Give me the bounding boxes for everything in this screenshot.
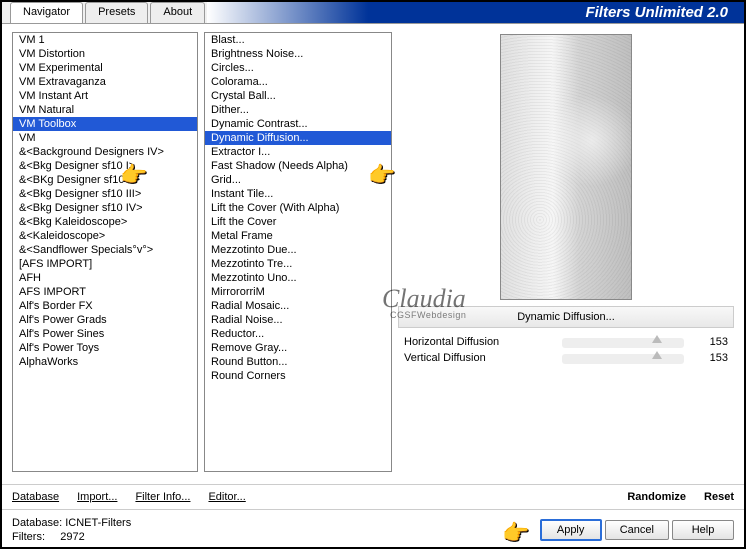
category-item[interactable]: AFS IMPORT	[13, 285, 197, 299]
filter-item[interactable]: Dynamic Diffusion...	[205, 131, 391, 145]
param-slider[interactable]	[562, 338, 684, 348]
filter-item[interactable]: Radial Mosaic...	[205, 299, 391, 313]
import-button[interactable]: Import...	[77, 491, 117, 503]
editor-button[interactable]: Editor...	[208, 491, 245, 503]
window-title: Filters Unlimited 2.0	[207, 2, 744, 23]
category-item[interactable]: Alf's Border FX	[13, 299, 197, 313]
category-item[interactable]: &<BKg Designer sf10 II>	[13, 173, 197, 187]
filter-list[interactable]: Blast...Brightness Noise...Circles...Col…	[204, 32, 392, 472]
filter-item[interactable]: Lift the Cover (With Alpha)	[205, 201, 391, 215]
category-item[interactable]: &<Sandflower Specials°v°>	[13, 243, 197, 257]
category-list[interactable]: VM 1VM DistortionVM ExperimentalVM Extra…	[12, 32, 198, 472]
category-item[interactable]: VM Distortion	[13, 47, 197, 61]
param-value: 153	[692, 352, 728, 364]
filter-item[interactable]: Brightness Noise...	[205, 47, 391, 61]
filter-item[interactable]: Remove Gray...	[205, 341, 391, 355]
category-item[interactable]: VM Toolbox	[13, 117, 197, 131]
category-item[interactable]: AFH	[13, 271, 197, 285]
filter-item[interactable]: Colorama...	[205, 75, 391, 89]
category-item[interactable]: &<Kaleidoscope>	[13, 229, 197, 243]
database-button[interactable]: Database	[12, 491, 59, 503]
category-item[interactable]: VM Experimental	[13, 61, 197, 75]
tab-about[interactable]: About	[150, 2, 205, 23]
category-item[interactable]: &<Background Designers IV>	[13, 145, 197, 159]
reset-button[interactable]: Reset	[704, 491, 734, 503]
filter-item[interactable]: Grid...	[205, 173, 391, 187]
filter-item[interactable]: Reductor...	[205, 327, 391, 341]
filter-info-button[interactable]: Filter Info...	[135, 491, 190, 503]
category-item[interactable]: &<Bkg Designer sf10 IV>	[13, 201, 197, 215]
apply-button[interactable]: Apply	[540, 519, 602, 541]
filter-item[interactable]: Fast Shadow (Needs Alpha)	[205, 159, 391, 173]
filter-item[interactable]: Instant Tile...	[205, 187, 391, 201]
filter-item[interactable]: Radial Noise...	[205, 313, 391, 327]
category-item[interactable]: VM Natural	[13, 103, 197, 117]
param-value: 153	[692, 336, 728, 348]
param-label: Horizontal Diffusion	[404, 336, 554, 348]
preview-image	[500, 34, 632, 300]
filter-item[interactable]: Round Corners	[205, 369, 391, 383]
help-button[interactable]: Help	[672, 520, 734, 540]
filter-name-label: Dynamic Diffusion...	[398, 306, 734, 328]
filter-item[interactable]: Dither...	[205, 103, 391, 117]
status-text: Database: ICNET-Filters Filters: 2972	[12, 516, 131, 544]
filter-item[interactable]: Lift the Cover	[205, 215, 391, 229]
filter-item[interactable]: Blast...	[205, 33, 391, 47]
filter-item[interactable]: Mezzotinto Uno...	[205, 271, 391, 285]
category-item[interactable]: &<Bkg Designer sf10 I>	[13, 159, 197, 173]
cancel-button[interactable]: Cancel	[605, 520, 669, 540]
category-item[interactable]: &<Bkg Kaleidoscope>	[13, 215, 197, 229]
category-item[interactable]: &<Bkg Designer sf10 III>	[13, 187, 197, 201]
filter-item[interactable]: Round Button...	[205, 355, 391, 369]
filter-item[interactable]: MirrororriM	[205, 285, 391, 299]
filter-item[interactable]: Metal Frame	[205, 229, 391, 243]
category-item[interactable]: VM Instant Art	[13, 89, 197, 103]
category-item[interactable]: Alf's Power Grads	[13, 313, 197, 327]
category-item[interactable]: VM	[13, 131, 197, 145]
randomize-button[interactable]: Randomize	[627, 491, 686, 503]
category-item[interactable]: Alf's Power Sines	[13, 327, 197, 341]
tab-presets[interactable]: Presets	[85, 2, 148, 23]
param-label: Vertical Diffusion	[404, 352, 554, 364]
filter-item[interactable]: Mezzotinto Due...	[205, 243, 391, 257]
filter-item[interactable]: Crystal Ball...	[205, 89, 391, 103]
parameters-panel: Horizontal Diffusion 153 Vertical Diffusio…	[398, 334, 734, 366]
param-slider[interactable]	[562, 354, 684, 364]
category-item[interactable]: VM Extravaganza	[13, 75, 197, 89]
category-item[interactable]: [AFS IMPORT]	[13, 257, 197, 271]
filter-item[interactable]: Mezzotinto Tre...	[205, 257, 391, 271]
tab-navigator[interactable]: Navigator	[10, 2, 83, 23]
category-item[interactable]: VM 1	[13, 33, 197, 47]
filter-item[interactable]: Extractor I...	[205, 145, 391, 159]
filter-item[interactable]: Circles...	[205, 61, 391, 75]
category-item[interactable]: AlphaWorks	[13, 355, 197, 369]
category-item[interactable]: Alf's Power Toys	[13, 341, 197, 355]
filter-item[interactable]: Dynamic Contrast...	[205, 117, 391, 131]
